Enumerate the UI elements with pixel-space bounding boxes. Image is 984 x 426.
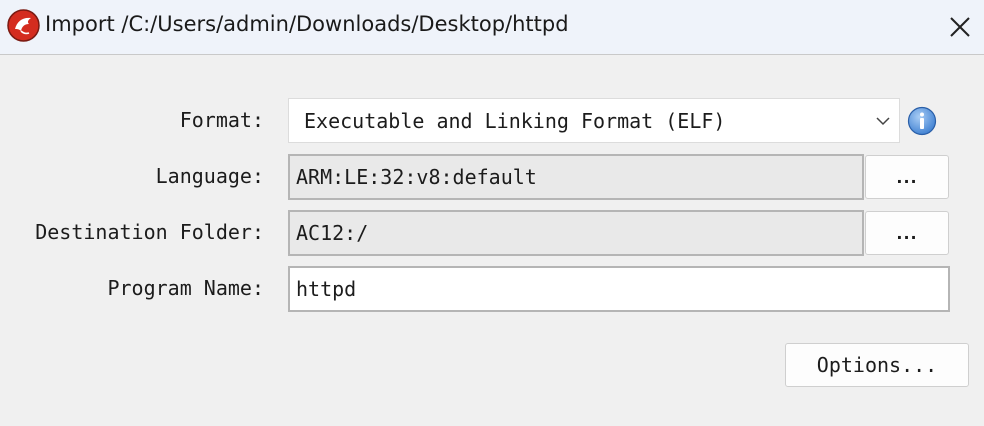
close-icon[interactable]: [945, 12, 975, 42]
format-selected-value: Executable and Linking Format (ELF): [304, 108, 726, 133]
info-icon[interactable]: [907, 106, 937, 136]
format-label: Format:: [179, 108, 264, 132]
language-label: Language:: [155, 164, 264, 188]
destination-browse-button[interactable]: ...: [865, 211, 949, 255]
format-select[interactable]: Executable and Linking Format (ELF): [288, 98, 900, 143]
window-title: Import /C:/Users/admin/Downloads/Desktop…: [45, 12, 569, 36]
title-bar: Import /C:/Users/admin/Downloads/Desktop…: [0, 0, 984, 55]
destination-label: Destination Folder:: [35, 220, 264, 244]
language-browse-label: ...: [896, 167, 918, 187]
destination-browse-label: ...: [896, 223, 918, 243]
language-field: ARM:LE:32:v8:default: [288, 154, 864, 200]
options-button[interactable]: Options...: [785, 343, 969, 387]
program-name-input[interactable]: httpd: [288, 266, 950, 312]
program-name-label: Program Name:: [107, 276, 264, 300]
options-button-label: Options...: [816, 353, 938, 377]
destination-folder-field: AC12:/: [288, 210, 864, 256]
language-browse-button[interactable]: ...: [865, 155, 949, 199]
chevron-down-icon: [876, 117, 890, 126]
ghidra-dragon-icon: [7, 9, 40, 42]
